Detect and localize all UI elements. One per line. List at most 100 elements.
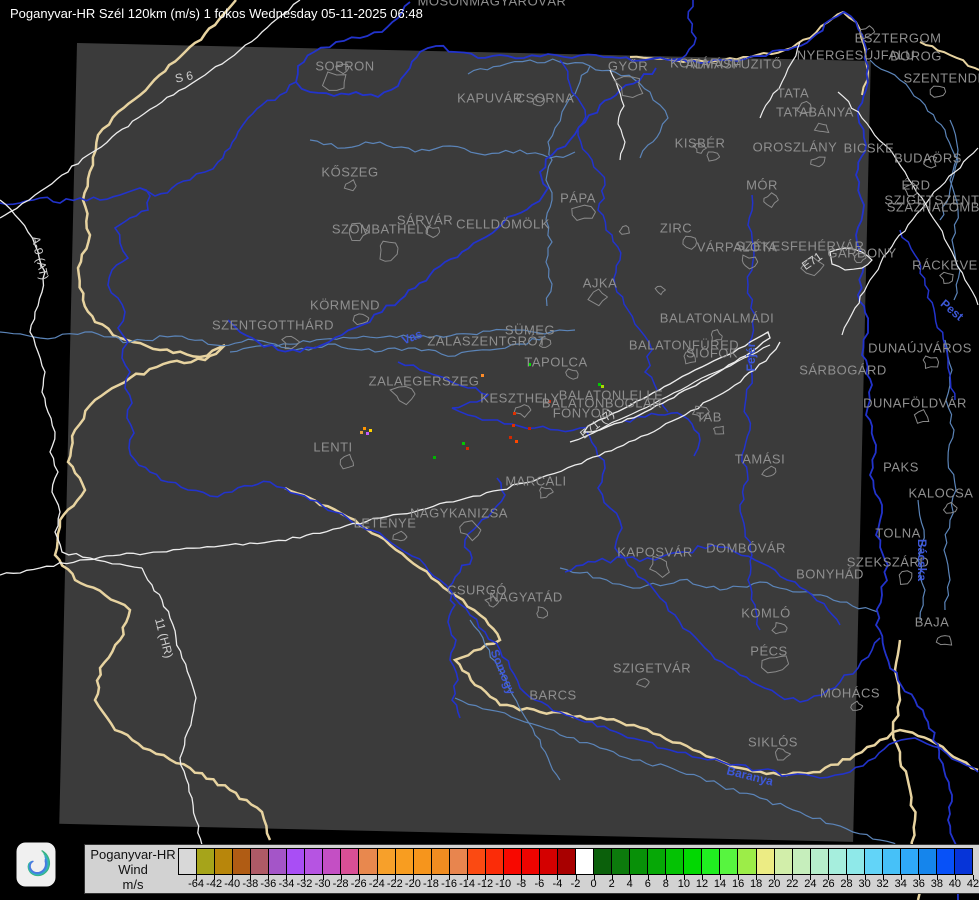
legend-tick-label: -64: [188, 878, 204, 890]
city-label: BAJA: [915, 615, 950, 630]
legend-tick-label: -36: [260, 878, 276, 890]
legend-tick-label: 30: [858, 878, 870, 890]
city-label: CSORNA: [516, 91, 575, 106]
city-label: LENTI: [313, 440, 352, 455]
legend-color-cell: [414, 849, 432, 874]
road-label: S 6: [174, 68, 195, 85]
legend-tick-label: 4: [627, 878, 633, 890]
city-label: TATABÁNYA: [776, 105, 854, 120]
city-label: PÁPA: [560, 191, 596, 206]
city-label: SIKLÓS: [748, 735, 798, 750]
legend-tick-label: 18: [750, 878, 762, 890]
legend-color-cell: [504, 849, 522, 874]
legend-tick-label: 2: [609, 878, 615, 890]
legend-tick-label: 10: [678, 878, 690, 890]
legend-color-cell: [684, 849, 702, 874]
legend-tick-label: -14: [459, 878, 475, 890]
legend-color-cell: [793, 849, 811, 874]
legend-color-cell: [341, 849, 359, 874]
legend-color-cell: [468, 849, 486, 874]
legend-panel: Poganyvar-HR Wind m/s -64-42-40-38-36-34…: [84, 844, 979, 894]
city-label: ÉRD: [902, 178, 931, 193]
city-label: NAGYATÁD: [489, 590, 563, 605]
legend-tick-label: 36: [913, 878, 925, 890]
legend-color-cell: [738, 849, 756, 874]
legend-tick-label: 6: [645, 878, 651, 890]
legend-color-cell: [829, 849, 847, 874]
legend-color-cell: [197, 849, 215, 874]
city-label: KISBÉR: [675, 136, 726, 151]
legend-color-cell: [215, 849, 233, 874]
legend-tick-label: -42: [206, 878, 222, 890]
city-label: TATA: [777, 86, 809, 101]
legend-color-cell: [630, 849, 648, 874]
legend-color-cell: [594, 849, 612, 874]
legend-color-cell: [432, 849, 450, 874]
legend-tick-label: 8: [663, 878, 669, 890]
city-label: CELLDÖMÖLK: [456, 217, 550, 232]
legend-tick-label: 22: [786, 878, 798, 890]
legend-tick-label: -30: [315, 878, 331, 890]
legend-tick-label: -4: [553, 878, 563, 890]
legend-color-cell: [233, 849, 251, 874]
legend-color-cell: [757, 849, 775, 874]
legend-tick-label: 40: [949, 878, 961, 890]
legend-tick-label: 12: [696, 878, 708, 890]
legend-color-cell: [287, 849, 305, 874]
legend-color-cell: [937, 849, 955, 874]
city-label: BUDAÖRS: [894, 151, 962, 166]
legend-color-cell: [305, 849, 323, 874]
city-label: GÁRDONY: [827, 246, 896, 261]
city-label: TAB: [696, 410, 722, 425]
legend-colorbar: [178, 848, 973, 875]
legend-color-cell: [359, 849, 377, 874]
city-label: PAKS: [883, 460, 919, 475]
city-label: MOHÁCS: [820, 686, 880, 701]
legend-tick-label: -10: [495, 878, 511, 890]
city-label: SIÓFOK: [686, 346, 738, 361]
legend-tick-label: 42: [967, 878, 979, 890]
legend-color-cell: [540, 849, 558, 874]
legend-color-cell: [720, 849, 738, 874]
legend-color-cell: [811, 849, 829, 874]
city-label: MARCALI: [505, 474, 566, 489]
legend-color-cell: [955, 849, 972, 874]
legend-tick-label: -24: [369, 878, 385, 890]
legend-tick-label: -2: [571, 878, 581, 890]
legend-tick-label: 24: [804, 878, 816, 890]
city-label: DUNAFÖLDVÁR: [863, 396, 967, 411]
legend-parameter: Wind: [89, 862, 177, 877]
city-label: BICSKE: [844, 141, 895, 156]
city-label: ZALAEGERSZEG: [369, 374, 480, 389]
legend-tick-label: 16: [732, 878, 744, 890]
legend-tick-label: -18: [423, 878, 439, 890]
legend-color-cell: [648, 849, 666, 874]
legend-tick-label: 20: [768, 878, 780, 890]
legend-tick-label: 32: [877, 878, 889, 890]
city-label: SÁRBOGÁRD: [799, 363, 887, 378]
legend-color-cell: [269, 849, 287, 874]
city-label: TOLNA: [875, 526, 921, 541]
county-label: Somogy: [488, 647, 519, 696]
city-label: KAPUVÁR: [457, 91, 523, 106]
city-label: DUNAÚJVÁROS: [868, 341, 972, 356]
legend-color-cell: [378, 849, 396, 874]
county-label: Fejér: [744, 343, 758, 372]
legend-tick-label: 26: [822, 878, 834, 890]
city-label: OROSZLÁNY: [753, 140, 838, 155]
legend-unit: m/s: [89, 877, 177, 892]
county-label: Vas: [400, 327, 424, 348]
city-label: ZALASZENTGRÓT: [427, 334, 546, 349]
legend-color-cell: [666, 849, 684, 874]
legend-tick-label: -8: [516, 878, 526, 890]
city-label: KOMLÓ: [741, 606, 790, 621]
city-label: SOPRON: [315, 59, 374, 74]
legend-color-cell: [612, 849, 630, 874]
legend-color-cell: [901, 849, 919, 874]
city-label: SZIGETVÁR: [613, 661, 691, 676]
city-label: AJKA: [583, 276, 618, 291]
legend-color-cell: [847, 849, 865, 874]
legend-color-cell: [251, 849, 269, 874]
city-label: TAMÁSI: [735, 452, 785, 467]
city-label: ESZTERGOM: [855, 31, 942, 46]
